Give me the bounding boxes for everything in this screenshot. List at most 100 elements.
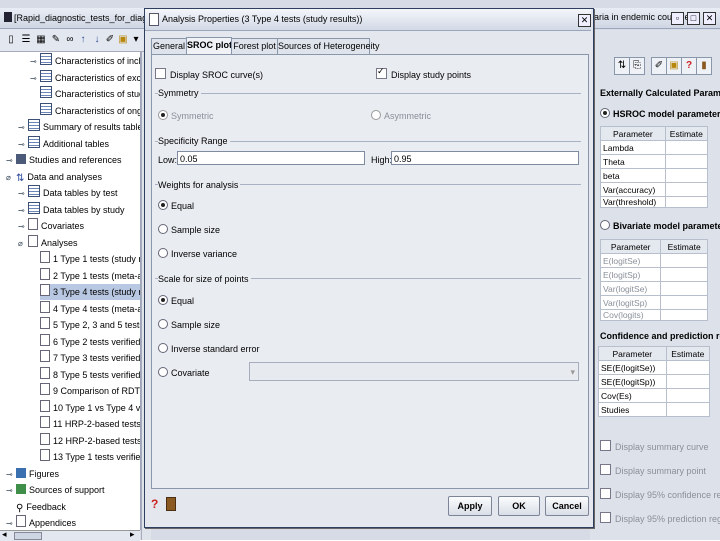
asymmetric-option[interactable]: Asymmetric bbox=[371, 110, 431, 121]
close-main-icon[interactable]: ✕ bbox=[703, 12, 716, 25]
weights-sample-size-option[interactable]: Sample size bbox=[158, 224, 220, 235]
expand-toggle-icon[interactable]: ⊸ bbox=[6, 467, 16, 483]
checkbox-icon[interactable] bbox=[600, 464, 611, 475]
tree-item[interactable]: 2 Type 1 tests (meta-analysis bbox=[40, 268, 140, 284]
help-icon[interactable]: ? bbox=[681, 57, 697, 75]
toolbar-edit-icon[interactable]: ✎ bbox=[50, 33, 62, 46]
estimate-cell[interactable] bbox=[660, 281, 708, 296]
radio-icon[interactable] bbox=[158, 224, 168, 234]
tree-item[interactable]: ⊸ Appendices bbox=[6, 515, 76, 530]
estimate-cell[interactable] bbox=[665, 374, 711, 389]
tree-item[interactable]: 5 Type 2, 3 and 5 tests (study bbox=[40, 317, 140, 333]
panel-sort-icon[interactable]: ⇅ bbox=[614, 57, 630, 75]
scale-equal-option[interactable]: Equal bbox=[158, 295, 194, 306]
scroll-thumb[interactable] bbox=[14, 532, 42, 540]
estimate-cell[interactable] bbox=[660, 267, 708, 282]
collapse-toggle-icon[interactable]: ⌀ bbox=[6, 170, 16, 186]
estimate-cell[interactable] bbox=[664, 140, 709, 155]
tree-item[interactable]: ⌀ ⇅ Data and analyses bbox=[6, 169, 102, 185]
tree-item[interactable]: 11 HRP-2-based tests comp bbox=[40, 416, 140, 432]
tree-item[interactable]: ⊸ Covariates bbox=[18, 218, 84, 234]
book-icon[interactable] bbox=[166, 497, 176, 511]
scroll-left-icon[interactable]: ◂ bbox=[2, 529, 7, 540]
estimate-cell[interactable] bbox=[665, 388, 711, 403]
expand-toggle-icon[interactable]: ⊸ bbox=[18, 137, 28, 153]
checkbox-icon[interactable] bbox=[600, 512, 611, 523]
tree-item[interactable]: ⊸ Sources of support bbox=[6, 482, 105, 498]
minimize-icon[interactable]: ▫ bbox=[671, 12, 684, 25]
panel-book-icon[interactable]: ▮ bbox=[696, 57, 712, 75]
toolbar-tree-icon[interactable]: ☰ bbox=[20, 33, 32, 46]
tab-forest-plot[interactable]: Forest plot bbox=[231, 38, 278, 54]
dialog-close-icon[interactable]: ✕ bbox=[578, 14, 591, 27]
radio-icon[interactable] bbox=[158, 343, 168, 353]
tree-horizontal-scrollbar[interactable]: ◂ ▸ bbox=[0, 529, 140, 541]
tree-item[interactable]: 7 Type 3 tests verified with m bbox=[40, 350, 140, 366]
move-up-icon[interactable]: ↑ bbox=[77, 33, 89, 46]
confidence-region-checkbox[interactable]: Display 95% confidence region bbox=[600, 488, 720, 500]
tree-item[interactable]: ⊸Characteristics of excluded s bbox=[30, 70, 140, 86]
toolbar-tool-icon[interactable]: ✐ bbox=[104, 33, 116, 46]
radio-icon[interactable] bbox=[158, 319, 168, 329]
tab-general[interactable]: General bbox=[151, 38, 187, 54]
estimate-cell[interactable] bbox=[665, 360, 711, 375]
checkbox-icon[interactable] bbox=[600, 488, 611, 499]
expand-toggle-icon[interactable]: ⊸ bbox=[6, 153, 16, 169]
tree-item[interactable]: 9 Comparison of RDT Types bbox=[40, 383, 140, 399]
tree-item[interactable]: 12 HRP-2-based tests comp bbox=[40, 433, 140, 449]
toolbar-page-icon[interactable]: ▯ bbox=[5, 33, 17, 46]
estimate-cell[interactable] bbox=[660, 309, 708, 321]
symmetric-option[interactable]: Symmetric bbox=[158, 110, 214, 121]
scale-covariate-option[interactable]: Covariate bbox=[158, 367, 210, 378]
checkbox-icon[interactable] bbox=[376, 66, 387, 79]
weights-inverse-variance-option[interactable]: Inverse variance bbox=[158, 248, 237, 259]
tree-item[interactable]: Characteristics of studies aw bbox=[40, 86, 140, 102]
radio-icon[interactable] bbox=[600, 108, 610, 118]
expand-toggle-icon[interactable]: ⊸ bbox=[6, 516, 16, 530]
scale-sample-size-option[interactable]: Sample size bbox=[158, 319, 220, 330]
summary-point-checkbox[interactable]: Display summary point bbox=[600, 464, 706, 476]
apply-button[interactable]: Apply bbox=[448, 496, 492, 516]
panel-copy-icon[interactable]: ⎘ bbox=[629, 57, 645, 75]
hsroc-option[interactable]: HSROC model parameters bbox=[600, 108, 720, 119]
estimate-cell[interactable] bbox=[664, 182, 709, 197]
tab-sources-of-heterogeneity[interactable]: Sources of Heterogeneity bbox=[277, 38, 380, 54]
checkbox-icon[interactable] bbox=[600, 440, 611, 451]
expand-toggle-icon[interactable]: ⊸ bbox=[18, 219, 28, 235]
expand-toggle-icon[interactable]: ⊸ bbox=[18, 203, 28, 219]
toolbar-link-icon[interactable]: ∞ bbox=[64, 33, 76, 46]
toolbar-note-icon[interactable]: ▣ bbox=[117, 33, 129, 46]
scale-inverse-se-option[interactable]: Inverse standard error bbox=[158, 343, 260, 354]
tree-item[interactable]: 8 Type 5 tests verified with m bbox=[40, 367, 140, 383]
weights-equal-option[interactable]: Equal bbox=[158, 200, 194, 211]
bivariate-option[interactable]: Bivariate model parameters bbox=[600, 220, 720, 231]
tree-item[interactable]: 1 Type 1 tests (study results) bbox=[40, 251, 140, 267]
high-input[interactable]: 0.95 bbox=[391, 151, 579, 165]
tree-item[interactable]: 6 Type 2 tests verified with m bbox=[40, 334, 140, 350]
prediction-region-checkbox[interactable]: Display 95% prediction region bbox=[600, 512, 720, 524]
display-study-points-checkbox[interactable]: Display study points bbox=[376, 66, 471, 80]
radio-icon[interactable] bbox=[371, 110, 381, 120]
tree-item[interactable]: ⊸ Studies and references bbox=[6, 152, 122, 168]
tree-item-selected[interactable]: 3 Type 4 tests (study results) bbox=[40, 284, 140, 300]
expand-toggle-icon[interactable]: ⊸ bbox=[6, 483, 16, 499]
tree-item[interactable]: Characteristics of ongoing st bbox=[40, 103, 140, 119]
covariate-select[interactable]: ▾ bbox=[249, 362, 579, 381]
radio-icon[interactable] bbox=[600, 220, 610, 230]
tree-item[interactable]: 10 Type 1 vs Type 4 verified v bbox=[40, 400, 140, 416]
low-input[interactable]: 0.05 bbox=[177, 151, 365, 165]
expand-toggle-icon[interactable]: ⊸ bbox=[18, 120, 28, 136]
expand-toggle-icon[interactable]: ⊸ bbox=[18, 186, 28, 202]
tree-item[interactable]: ⌀ Analyses bbox=[18, 235, 78, 251]
chevron-down-icon[interactable]: ▾ bbox=[570, 365, 575, 379]
radio-icon[interactable] bbox=[158, 110, 168, 120]
panel-note-icon[interactable]: ▣ bbox=[666, 57, 682, 75]
estimate-cell[interactable] bbox=[660, 253, 708, 268]
tab-sroc-plot[interactable]: SROC plot bbox=[186, 37, 232, 55]
tree-item[interactable]: 13 Type 1 tests verified with I bbox=[40, 449, 140, 465]
tree-item[interactable]: ⊸ Data tables by study bbox=[18, 202, 125, 218]
radio-icon[interactable] bbox=[158, 200, 168, 210]
estimate-cell[interactable] bbox=[664, 168, 709, 183]
toolbar-figure-icon[interactable]: ▦ bbox=[35, 33, 47, 46]
collapse-toggle-icon[interactable]: ⌀ bbox=[18, 236, 28, 252]
